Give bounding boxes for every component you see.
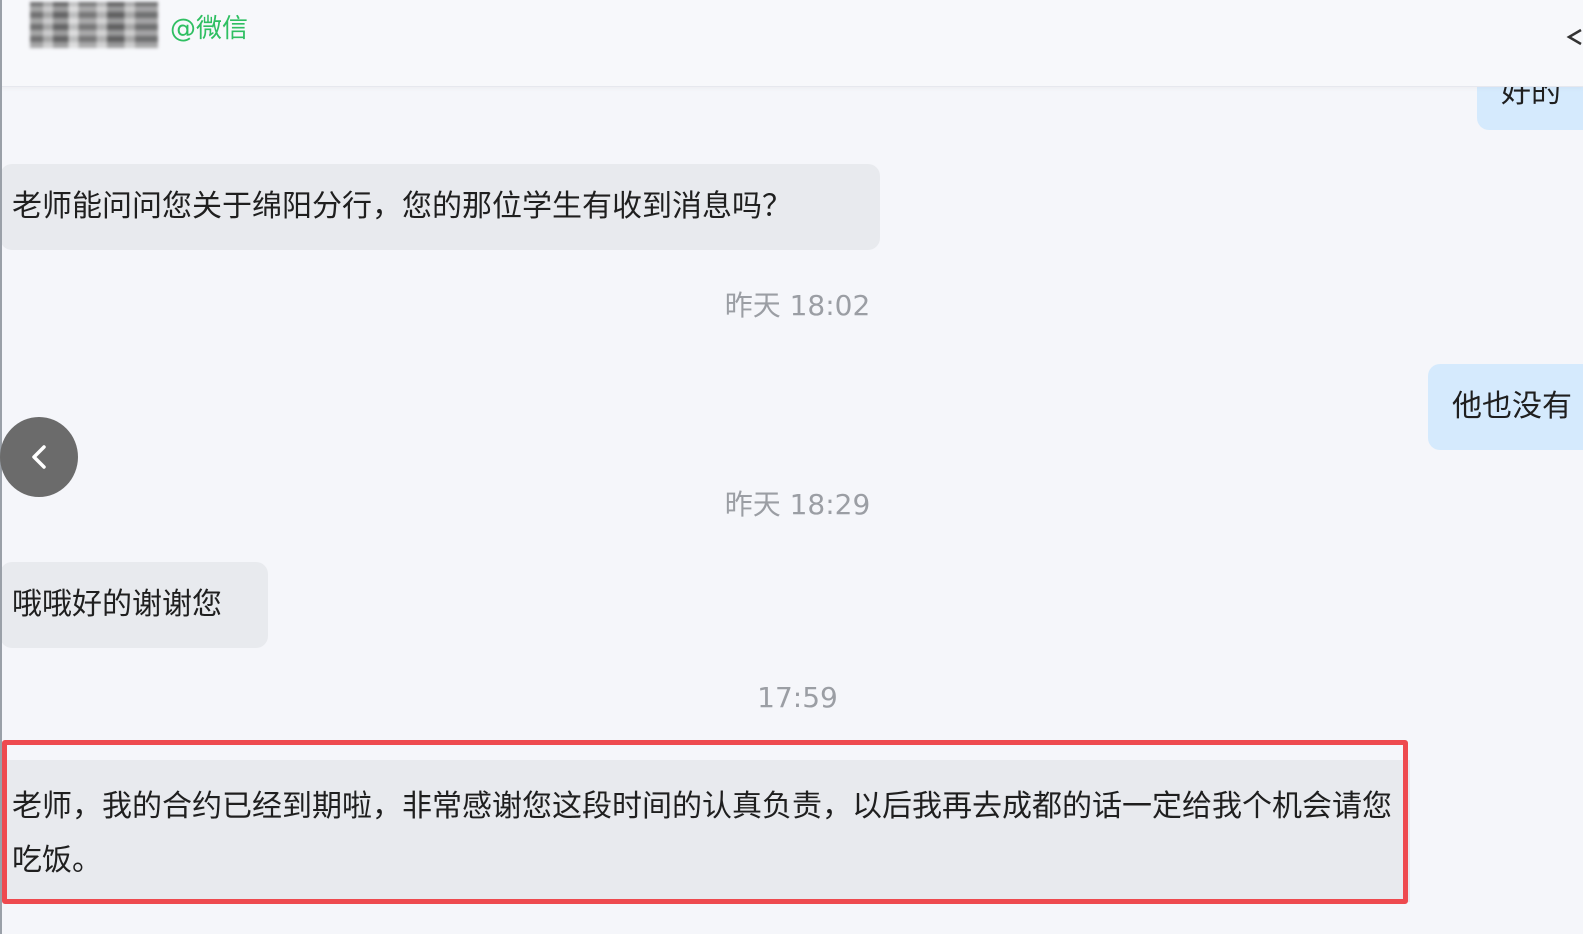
contact-wechat-tag: @微信 [170,14,249,44]
message-bubble-incoming-highlighted: 老师，我的合约已经到期啦，非常感谢您这段时间的认真负责，以后我再去成都的话一定给… [2,760,1410,902]
message-text: 老师能问问您关于绵阳分行，您的那位学生有收到消息吗？ [12,189,792,224]
message-bubble-incoming: 老师能问问您关于绵阳分行，您的那位学生有收到消息吗？ [0,164,880,250]
chat-window: @微信 好的 老师能问问您关于绵阳分行，您的那位学生有收到消息吗？ 昨天 18:… [0,0,1583,934]
chevron-icon[interactable] [1565,22,1583,52]
message-timestamp: 17:59 [757,681,838,714]
message-text: 哦哦好的谢谢您 [12,587,222,622]
message-timestamp: 昨天 18:02 [724,289,871,322]
message-text: 他也没有 [1452,389,1572,424]
back-button[interactable] [0,417,78,497]
chevron-left-icon [32,445,46,469]
contact-name-blurred [30,2,158,48]
chat-header: @微信 [0,0,1583,87]
message-timestamp: 昨天 18:29 [724,488,871,521]
message-bubble-incoming: 哦哦好的谢谢您 [0,562,268,648]
message-bubble-outgoing: 他也没有 [1428,364,1583,450]
message-text: 老师，我的合约已经到期啦，非常感谢您这段时间的认真负责，以后我再去成都的话一定给… [12,789,1392,878]
